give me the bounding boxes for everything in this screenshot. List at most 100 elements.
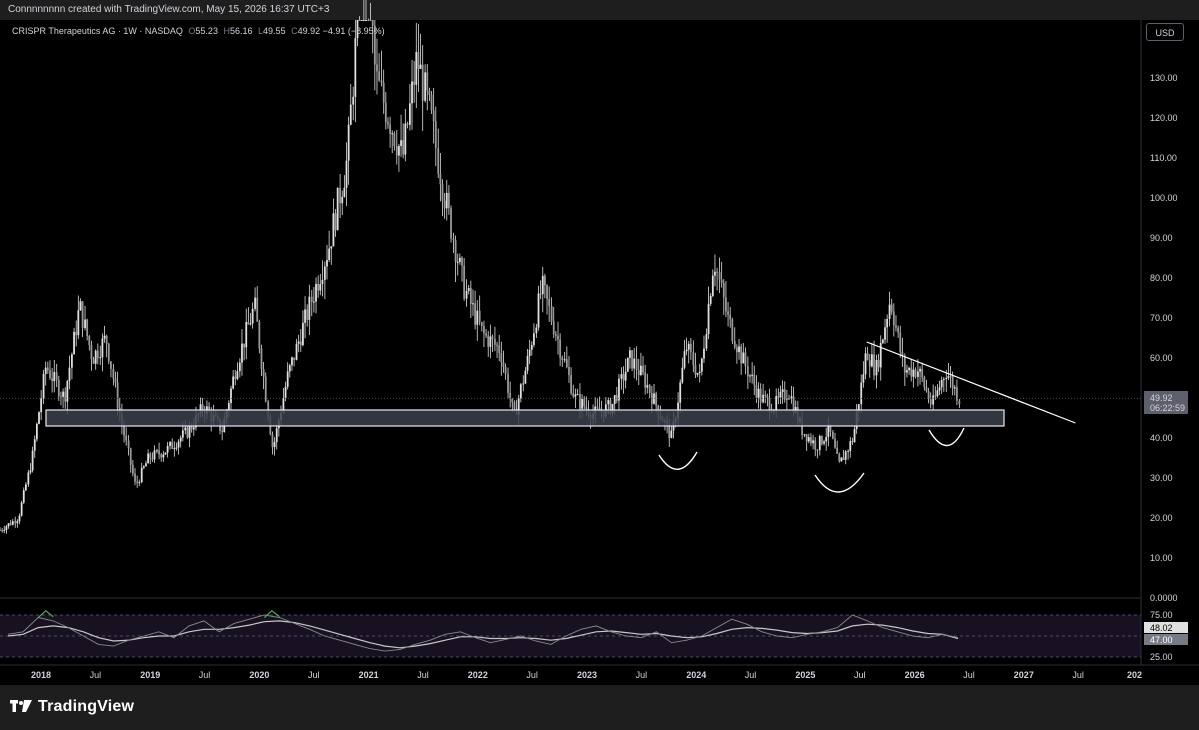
candle-body <box>140 467 143 483</box>
last-price-tag: 49.92 06:22:59 <box>1144 391 1188 414</box>
candle-body <box>727 311 729 315</box>
candle-body <box>626 357 629 372</box>
candle-body <box>831 431 834 439</box>
candle-body <box>110 361 112 369</box>
candle-body <box>382 82 385 103</box>
support-zone[interactable] <box>45 409 1005 427</box>
candle-body <box>105 335 108 344</box>
candle-body <box>685 349 688 352</box>
price-axis[interactable]: 130.00 120.00 110.00 100.00 90.00 80.00 70.00 6… <box>1150 73 1178 603</box>
candle-body <box>561 357 564 360</box>
candle-body <box>572 393 575 397</box>
candle-body <box>371 20 374 26</box>
candle-body <box>275 428 278 443</box>
candle-body <box>352 96 355 105</box>
candle-body <box>286 371 289 387</box>
candle-body <box>838 453 841 462</box>
candle-body <box>164 452 167 455</box>
candle-body <box>326 260 328 267</box>
candle-body <box>1 530 4 532</box>
candle-body <box>825 437 828 442</box>
candle-body <box>821 436 823 444</box>
candle-body <box>585 406 588 409</box>
time-label: Jul <box>199 670 211 680</box>
candle-body <box>629 350 631 358</box>
candle-body <box>951 376 954 389</box>
candle-body <box>173 448 176 450</box>
candle-body <box>607 400 610 405</box>
candle-body <box>519 384 522 399</box>
candle-body <box>71 354 73 368</box>
candle-body <box>51 378 54 382</box>
candle-body <box>42 373 45 399</box>
time-axis[interactable]: 2018 Jul 2019 Jul 2020 Jul 2021 Jul 2022 Jul 2023 J… <box>31 670 1142 680</box>
candle-body <box>354 38 357 97</box>
candle-body <box>755 384 758 398</box>
candle-body <box>467 287 470 291</box>
candle-body <box>188 426 191 438</box>
candle-body <box>757 388 760 398</box>
candle-body <box>642 365 644 373</box>
brand-logo[interactable]: TradingView <box>10 698 134 716</box>
candle-body <box>873 354 875 376</box>
time-label: Jul <box>526 670 538 680</box>
candle-body <box>458 257 461 262</box>
arc-2025[interactable] <box>814 472 865 493</box>
candle-body <box>707 303 710 335</box>
candle-body <box>411 81 413 104</box>
candle-body <box>568 367 570 375</box>
candle-body <box>681 367 684 383</box>
candle-body <box>7 523 10 527</box>
change-value: −4.91 (−8.95%) <box>322 26 385 36</box>
candle-body <box>443 200 446 209</box>
candle-body <box>735 347 738 353</box>
candle-body <box>254 297 256 309</box>
candle-body <box>33 439 36 451</box>
candle-body <box>908 367 910 371</box>
candle-body <box>639 365 642 375</box>
currency-button[interactable]: USD <box>1146 23 1184 41</box>
rsi-pane[interactable]: 75.00 25.00 <box>0 610 1173 662</box>
candle-body <box>749 375 751 377</box>
candle-body <box>299 341 302 346</box>
candle-body <box>5 526 8 531</box>
candle-body <box>544 275 546 286</box>
time-label: Jul <box>963 670 975 680</box>
candle-body <box>779 391 782 398</box>
candle-body <box>929 399 932 405</box>
rsi-value: 48.02 <box>1150 623 1173 633</box>
candle-body <box>461 257 463 266</box>
time-label: Jul <box>90 670 102 680</box>
candle-body <box>823 441 825 444</box>
time-label: 2018 <box>31 670 51 680</box>
price-tick-label: 100.00 <box>1150 193 1178 203</box>
candle-body <box>221 430 224 433</box>
close-value: 49.92 <box>297 26 321 36</box>
arc-2023[interactable] <box>658 451 698 470</box>
time-label: 2020 <box>249 670 269 680</box>
candle-body <box>550 306 553 322</box>
candle-body <box>648 385 651 394</box>
candle-body <box>336 187 339 231</box>
annotations[interactable] <box>0 341 1141 493</box>
candle-body <box>698 371 701 373</box>
candle-body <box>169 441 171 446</box>
chart-canvas[interactable]: 130.00 120.00 110.00 100.00 90.00 80.00 70.00 6… <box>0 0 1199 730</box>
candle-body <box>417 51 420 69</box>
candle-body <box>432 110 435 122</box>
candle-body <box>537 293 540 328</box>
candle-body <box>692 352 695 366</box>
candle-body <box>890 304 893 312</box>
candle-body <box>249 323 252 325</box>
arc-2026[interactable] <box>928 427 965 447</box>
symbol-name[interactable]: CRISPR Therapeutics AG · 1W · NASDAQ <box>12 26 183 36</box>
price-tick-label: 10.00 <box>1150 553 1173 563</box>
candle-body <box>581 398 583 409</box>
candle-body <box>402 140 405 155</box>
candle-body <box>866 353 869 361</box>
candle-body <box>421 64 424 101</box>
candle-body <box>247 322 250 325</box>
candle-body <box>25 484 27 491</box>
candle-body <box>932 395 935 405</box>
candle-body <box>123 425 125 436</box>
